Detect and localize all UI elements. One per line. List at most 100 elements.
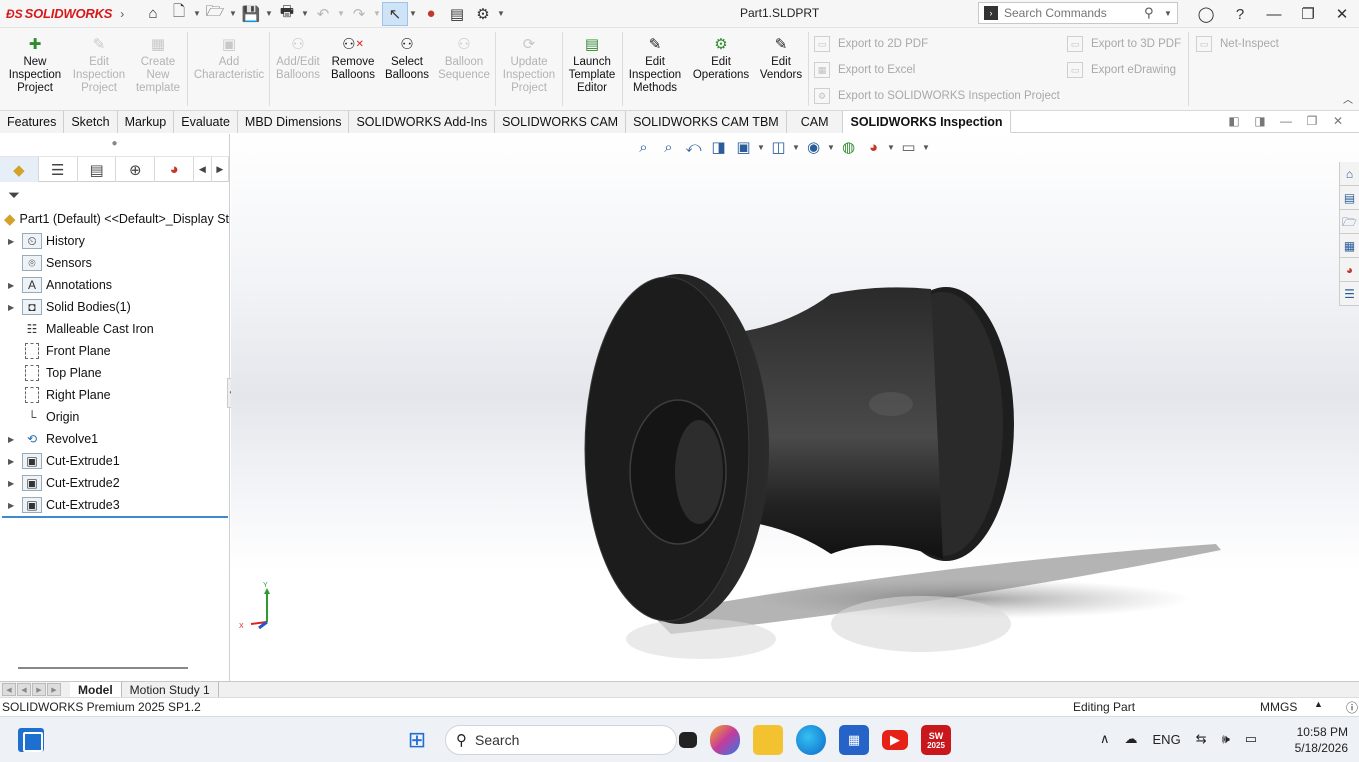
expand-arrow-icon[interactable]: ▶ — [0, 281, 22, 290]
tab-solidworks-cam-tbm[interactable]: SOLIDWORKS CAM TBM — [626, 111, 787, 133]
solidworks-resources-icon[interactable]: ⌂ — [1340, 162, 1359, 186]
new-document-icon[interactable]: 🗋 — [166, 2, 192, 26]
task-view-icon[interactable] — [679, 732, 697, 748]
unit-system[interactable]: MMGS — [1260, 700, 1297, 714]
cloud-off-icon[interactable]: ☁ — [1125, 731, 1138, 747]
create-new-template-button[interactable]: ▦ Create New template — [130, 34, 186, 108]
tab-cam[interactable]: CAM — [786, 111, 844, 133]
configuration-manager-tab-icon[interactable]: ▤ — [78, 157, 117, 182]
edit-inspection-methods-button[interactable]: ✎ Edit Inspection Methods — [624, 34, 686, 108]
export-3d-pdf-button[interactable]: ▭ Export to 3D PDF — [1067, 36, 1181, 52]
chevron-down-icon[interactable]: ▼ — [886, 143, 896, 152]
view-orientation-icon[interactable]: ◫ — [766, 138, 791, 156]
chevron-down-icon[interactable]: ▼ — [192, 9, 202, 18]
gear-icon[interactable]: ⚙ — [470, 2, 496, 26]
chevron-up-icon[interactable]: ︿ — [1343, 91, 1353, 106]
tab-model[interactable]: Model — [70, 681, 122, 698]
tab-sketch[interactable]: Sketch — [64, 111, 118, 133]
expand-arrow-icon[interactable]: ▶ — [0, 479, 22, 488]
solidworks-app-icon[interactable]: SW 2025 — [921, 725, 951, 755]
close-icon[interactable]: ✕ — [1325, 114, 1351, 128]
tree-item-origin[interactable]: └ Origin — [0, 406, 229, 428]
panel-grip[interactable]: ● — [0, 134, 229, 156]
file-properties-icon[interactable]: ▤ — [444, 2, 470, 26]
chevron-right-icon[interactable]: ▶ — [212, 157, 230, 182]
chevron-down-icon[interactable]: ▼ — [756, 143, 766, 152]
restore-icon[interactable]: ❐ — [1291, 0, 1325, 28]
tab-solidworks-cam[interactable]: SOLIDWORKS CAM — [495, 111, 627, 133]
tab-markup[interactable]: Markup — [117, 111, 175, 133]
appearances-icon[interactable]: ◕ — [1340, 258, 1359, 282]
hide-show-items-icon[interactable]: ◍ — [836, 138, 861, 156]
chevron-down-icon[interactable]: ▼ — [1164, 9, 1172, 18]
chevron-down-icon[interactable]: ▼ — [336, 9, 346, 18]
zoom-to-area-icon[interactable]: ⌕ — [656, 139, 681, 156]
save-icon[interactable]: 💾 — [238, 2, 264, 26]
chevron-down-icon[interactable]: ▼ — [372, 9, 382, 18]
launch-template-editor-button[interactable]: ▤ Launch Template Editor — [564, 34, 620, 108]
taskbar-search-box[interactable]: ⚲ Search — [445, 725, 677, 755]
chevron-left-icon[interactable]: ◀ — [194, 157, 212, 182]
rebuild-traffic-light-icon[interactable]: ● — [418, 2, 444, 26]
select-cursor-icon[interactable]: ↖ — [382, 1, 408, 26]
tab-evaluate[interactable]: Evaluate — [174, 111, 238, 133]
microsoft-store-icon[interactable]: ▦ — [839, 725, 869, 755]
edit-inspection-project-button[interactable]: ✎ Edit Inspection Project — [68, 34, 130, 108]
tab-solidworks-inspection[interactable]: SOLIDWORKS Inspection — [843, 111, 1011, 133]
open-folder-icon[interactable]: 🗁 — [202, 2, 228, 26]
add-edit-balloons-button[interactable]: ⚇ Add/Edit Balloons — [272, 34, 324, 108]
chevron-down-icon[interactable]: ▼ — [408, 9, 418, 18]
help-icon[interactable]: ⓘ — [1346, 699, 1358, 716]
chevron-up-icon[interactable]: ▲ — [1314, 699, 1323, 709]
zoom-to-fit-icon[interactable]: ⌕ — [631, 139, 656, 156]
expand-arrow-icon[interactable]: ▶ — [0, 303, 22, 312]
export-edrawing-button[interactable]: ▭ Export eDrawing — [1067, 62, 1176, 78]
tree-item-right-plane[interactable]: Right Plane — [0, 384, 229, 406]
file-explorer-icon[interactable] — [753, 725, 783, 755]
roller-part-model[interactable] — [231, 134, 1359, 681]
close-icon[interactable]: ✕ — [1325, 0, 1359, 28]
edit-operations-button[interactable]: ⚙ Edit Operations — [688, 34, 754, 108]
tree-item-annotations[interactable]: ▶ A Annotations — [0, 274, 229, 296]
chevron-down-icon[interactable]: ▼ — [264, 9, 274, 18]
chevron-down-icon[interactable]: ▼ — [791, 143, 801, 152]
update-inspection-project-button[interactable]: ⟳ Update Inspection Project — [498, 34, 560, 108]
user-account-icon[interactable]: ◯ — [1189, 0, 1223, 28]
expand-arrow-icon[interactable]: ▶ — [0, 501, 22, 510]
edit-vendors-button[interactable]: ✎ Edit Vendors — [756, 34, 806, 108]
youtube-icon[interactable]: ▶ — [882, 730, 908, 750]
restore-icon[interactable]: ❐ — [1299, 114, 1325, 128]
new-inspection-project-button[interactable]: ✚ New Inspection Project — [4, 34, 66, 108]
search-commands-box[interactable]: › ⚲ ▼ — [978, 2, 1178, 24]
export-2d-pdf-button[interactable]: ▭ Export to 2D PDF — [814, 36, 928, 52]
chevron-down-icon[interactable]: ▼ — [300, 9, 310, 18]
redo-icon[interactable]: ↷ — [346, 2, 372, 26]
tab-motion-study-1[interactable]: Motion Study 1 — [121, 681, 219, 698]
feature-tree-tab-icon[interactable]: ◆ — [0, 157, 39, 182]
network-icon[interactable]: ⇆ — [1196, 731, 1207, 747]
tab-solidworks-add-ins[interactable]: SOLIDWORKS Add-Ins — [349, 111, 496, 133]
chevron-up-icon[interactable]: ∧ — [1100, 731, 1110, 747]
search-icon[interactable]: ⚲ — [1144, 5, 1160, 21]
chevron-down-icon[interactable]: ▼ — [826, 143, 836, 152]
chevron-down-icon[interactable]: ▼ — [921, 143, 931, 152]
edge-browser-icon[interactable] — [796, 725, 826, 755]
tree-item-revolve1[interactable]: ▶ ⟲ Revolve1 — [0, 428, 229, 450]
tree-item-sensors[interactable]: ⌾ Sensors — [0, 252, 229, 274]
next-icon[interactable]: ◨ — [1247, 114, 1273, 128]
volume-icon[interactable]: 🕪 — [1222, 731, 1230, 747]
tree-item-cut-extrude2[interactable]: ▶ ▣ Cut-Extrude2 — [0, 472, 229, 494]
tree-item-top-plane[interactable]: Top Plane — [0, 362, 229, 384]
tree-item-cut-extrude3[interactable]: ▶ ▣ Cut-Extrude3 — [0, 494, 229, 516]
search-commands-input[interactable] — [1004, 6, 1144, 20]
design-library-icon[interactable]: ▤ — [1340, 186, 1359, 210]
chevron-down-icon[interactable]: ▼ — [228, 9, 238, 18]
copilot-icon[interactable] — [710, 725, 740, 755]
chevron-right-icon[interactable]: › — [120, 7, 124, 21]
select-balloons-button[interactable]: ⚇ Select Balloons — [382, 34, 432, 108]
export-inspection-project-button[interactable]: ⚙ Export to SOLIDWORKS Inspection Project — [814, 88, 1060, 104]
tab-features[interactable]: Features — [0, 111, 65, 133]
battery-icon[interactable]: ▭ — [1245, 731, 1257, 747]
dimxpert-tab-icon[interactable]: ⊕ — [116, 157, 156, 182]
add-characteristic-button[interactable]: ▣ Add Characteristic — [190, 34, 268, 108]
